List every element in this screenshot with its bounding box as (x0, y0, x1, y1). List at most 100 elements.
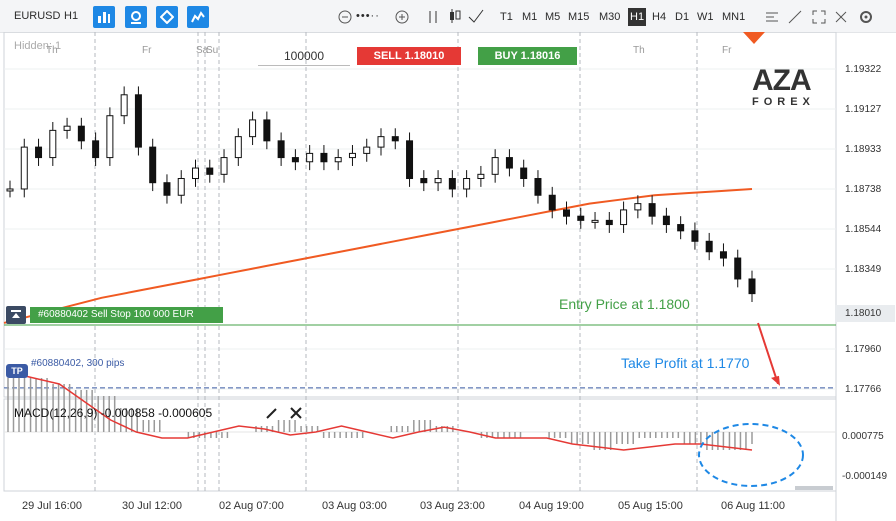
candle-body (534, 178, 542, 196)
candle-body (263, 119, 271, 142)
symbol-label[interactable]: EURUSD (14, 0, 60, 32)
tf-m15[interactable]: M15 (568, 0, 589, 34)
tf-w1[interactable]: W1 (697, 0, 714, 34)
candle-body (691, 230, 699, 242)
edit-pencil-icon[interactable] (265, 406, 279, 420)
candle-body (320, 152, 328, 163)
macd-tick: -0.000149 (842, 471, 888, 482)
day-label: Th (46, 45, 58, 56)
price-panel-border (3, 32, 837, 398)
candle-body (591, 219, 599, 223)
time-tick: 30 Jul 12:00 (122, 500, 182, 512)
buy-button[interactable]: BUY 1.18016 (478, 47, 577, 65)
price-tick: 1.17766 (845, 384, 882, 395)
logo-subtext: FOREX (752, 96, 815, 108)
tf-mn1[interactable]: MN1 (722, 0, 745, 34)
fullscreen-icon[interactable] (812, 10, 826, 24)
tp-badge[interactable]: TP (6, 364, 28, 378)
remove-indicator-icon[interactable] (289, 406, 303, 420)
zoom-in-icon[interactable] (395, 10, 409, 24)
candle-body (377, 136, 385, 148)
settings-icon[interactable] (765, 10, 779, 24)
quantity-input[interactable]: 100000 (258, 47, 350, 66)
candle-body (420, 178, 428, 184)
candle-body (477, 173, 485, 180)
close-icon[interactable] (834, 10, 848, 24)
logo-text: AZA (752, 64, 812, 97)
tp-annotation: Take Profit at 1.1770 (621, 355, 750, 371)
price-tick: 1.18349 (845, 264, 882, 275)
scrollbar-thumb (795, 486, 833, 490)
candle-body (206, 167, 214, 175)
candle-body (605, 219, 613, 226)
candle-body (463, 178, 471, 190)
bar-style-icon[interactable] (427, 10, 439, 24)
candle-body (662, 215, 670, 226)
price-tick: 1.18544 (845, 224, 882, 235)
candle-body (106, 115, 114, 159)
crosshair-icon[interactable] (788, 10, 802, 24)
order-icon[interactable] (6, 306, 26, 324)
day-label: Fr (722, 45, 732, 56)
candle-body (677, 224, 685, 232)
sell-stop-badge[interactable]: #60880402 Sell Stop 100 000 EUR (30, 307, 223, 323)
price-tick: 1.17960 (845, 344, 882, 355)
candle-body (505, 157, 513, 169)
candle-body (277, 140, 285, 159)
scroll-marker-icon[interactable] (743, 32, 765, 44)
tf-m30[interactable]: M30 (599, 0, 620, 34)
price-tick: 1.18738 (845, 184, 882, 195)
candle-body (348, 152, 356, 159)
macd-tick: 0.000775 (842, 431, 884, 442)
day-label: Fr (142, 45, 152, 56)
timeframe-label[interactable]: H1 (64, 0, 78, 32)
drawing-tool-icon[interactable] (125, 6, 147, 28)
tf-d1[interactable]: D1 (675, 0, 689, 34)
arrow-head (771, 375, 780, 386)
time-tick: 04 Aug 19:00 (519, 500, 584, 512)
candle-body (6, 188, 14, 192)
entry-annotation: Entry Price at 1.1800 (559, 296, 690, 312)
tf-h1[interactable]: H1 (628, 8, 647, 26)
candle-body (548, 194, 556, 211)
candle-body (291, 157, 299, 163)
time-tick: 06 Aug 11:00 (721, 500, 786, 512)
sell-button[interactable]: SELL 1.18010 (357, 47, 461, 65)
candle-body (363, 146, 371, 154)
candle-body (306, 152, 314, 163)
candle-body (563, 209, 570, 217)
time-tick: 29 Jul 16:00 (22, 500, 82, 512)
candle-body (77, 125, 85, 142)
candle-body (234, 136, 242, 159)
day-label: Th (633, 45, 645, 56)
candle-body (177, 178, 185, 196)
candle-style-icon[interactable] (448, 8, 462, 24)
line-style-icon[interactable] (468, 9, 484, 23)
shapes-icon[interactable] (156, 6, 178, 28)
tf-h4[interactable]: H4 (652, 0, 666, 34)
tf-m5[interactable]: M5 (545, 0, 560, 34)
candle-body (92, 140, 100, 159)
time-tick: 05 Aug 15:00 (618, 500, 683, 512)
candle-body (406, 140, 414, 180)
candle-body (334, 157, 342, 163)
candles (6, 86, 756, 302)
tf-m1[interactable]: M1 (522, 0, 537, 34)
current-price-tag: 1.18010 (835, 305, 895, 322)
candle-body (220, 157, 228, 175)
zoom-out-icon[interactable] (338, 10, 352, 24)
candle-body (20, 146, 28, 190)
tf-t1[interactable]: T1 (500, 0, 513, 34)
toolbar: EURUSD H1 •••·· T1 M1 M5 M15 M30 H1 H4 D… (0, 0, 896, 33)
gear-icon[interactable] (858, 9, 874, 25)
bar-chart-icon[interactable] (93, 6, 115, 28)
macd-title: MACD(12,26,9) -0.000858 -0.000605 (14, 406, 213, 420)
candle-body (705, 240, 713, 253)
indicators-icon[interactable] (187, 6, 209, 28)
price-tick: 1.19322 (845, 64, 882, 75)
candle-body (134, 94, 142, 148)
candle-body (719, 251, 727, 259)
zoom-level: •••·· (356, 10, 380, 22)
time-tick: 03 Aug 23:00 (420, 500, 485, 512)
candle-body (391, 136, 399, 142)
